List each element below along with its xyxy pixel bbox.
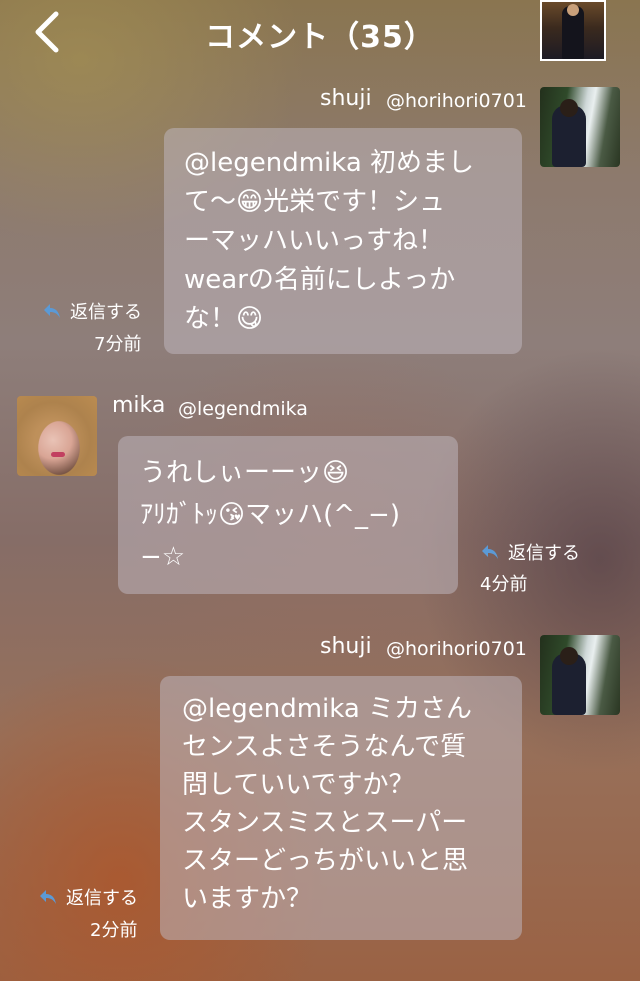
avatar[interactable] — [540, 87, 620, 167]
comment-text-line: うれしぃーーッ😆 — [140, 458, 350, 488]
comment-time: 2分前 — [90, 920, 138, 941]
comment-text-line: スターどっちがいいと思 — [182, 846, 469, 876]
comment-text-line: いますか？ — [182, 884, 313, 914]
avatar[interactable] — [17, 396, 97, 476]
comment-text-line: センスよさそうなんで質 — [182, 732, 467, 762]
comment-time: 4分前 — [480, 574, 528, 595]
comment-text-line: ｱﾘｶﾞﾄｯ😘マッハ(^_−) — [140, 500, 400, 530]
top-bar: コメント（35） — [0, 0, 640, 72]
comment-username[interactable]: shuji — [320, 86, 372, 111]
reply-arrow-icon — [482, 545, 498, 559]
reply-arrow-icon — [40, 890, 56, 904]
comment-text-line: ーマッハいいっすね！ — [184, 226, 445, 256]
comment-text-line: @legendmika 初めまし — [184, 148, 475, 178]
comment-username[interactable]: mika — [112, 393, 165, 418]
reply-label: 返信する — [66, 888, 138, 909]
reply-label: 返信する — [70, 302, 142, 323]
comment-bubble: うれしぃーーッ😆 ｱﾘｶﾞﾄｯ😘マッハ(^_−) −☆ — [118, 436, 458, 594]
comment-handle[interactable]: @horihori0701 — [386, 90, 527, 112]
comment-handle[interactable]: @horihori0701 — [386, 638, 527, 660]
comment-text-line: wearの名前にしよっか — [184, 265, 456, 295]
comment-handle[interactable]: @legendmika — [178, 398, 308, 420]
comment-time: 7分前 — [94, 334, 142, 355]
reply-button[interactable]: 返信する — [42, 298, 142, 324]
comment-text-line: な！😋 — [184, 304, 264, 334]
reply-button[interactable]: 返信する — [480, 539, 580, 565]
comment-text-line: −☆ — [140, 542, 186, 572]
comment-bubble: @legendmika 初めまし て〜😁光栄です！シュ ーマッハいいっすね！ w… — [164, 128, 522, 354]
reply-label: 返信する — [508, 543, 580, 564]
avatar[interactable] — [540, 635, 620, 715]
comment-username[interactable]: shuji — [320, 634, 372, 659]
comment-text-line: @legendmika ミカさん — [182, 694, 473, 724]
comment-bubble: @legendmika ミカさん センスよさそうなんで質 問していいですか？ ス… — [160, 676, 522, 940]
post-thumbnail[interactable] — [540, 0, 606, 61]
reply-arrow-icon — [44, 304, 60, 318]
comment-text-line: スタンスミスとスーパー — [182, 808, 468, 838]
comment-text-line: 問していいですか？ — [182, 770, 415, 800]
comment-text-line: て〜😁光栄です！シュ — [184, 187, 446, 217]
reply-button[interactable]: 返信する — [38, 884, 138, 910]
